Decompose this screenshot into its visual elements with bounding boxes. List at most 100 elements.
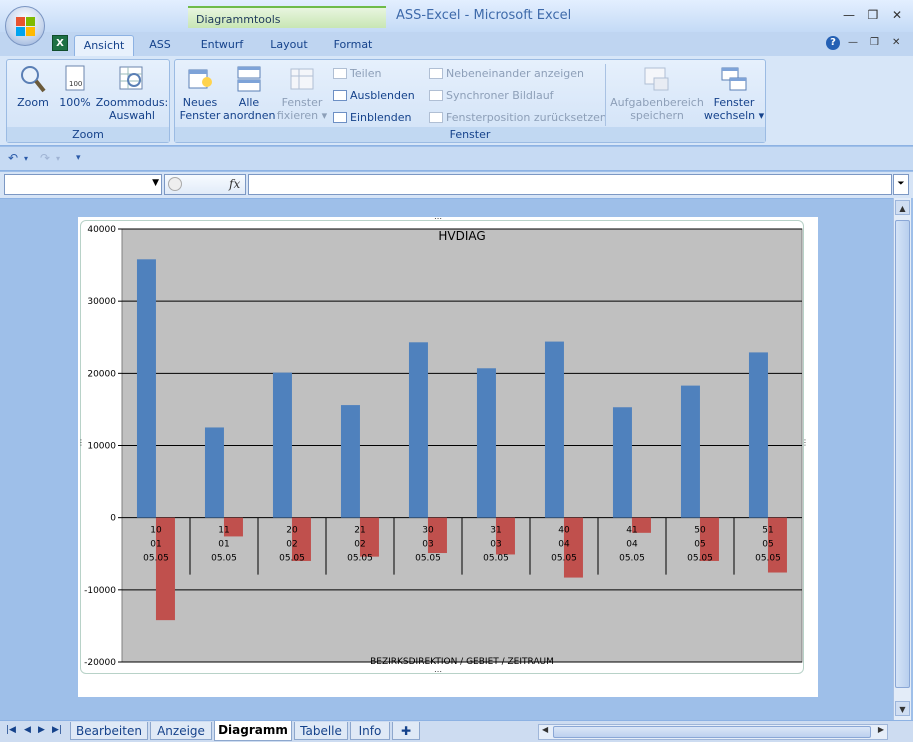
first-sheet-icon[interactable]: |◀ — [6, 725, 16, 735]
doc-minimize-button[interactable]: — — [848, 37, 858, 48]
side-by-side-icon — [429, 68, 443, 79]
minimize-button[interactable]: — — [842, 8, 856, 22]
magnifier-icon — [18, 64, 48, 94]
x-axis-title: BEZIRKSDIREKTION / GEBIET / ZEITRAUM — [370, 657, 554, 667]
x-tick-label: 05.05 — [755, 554, 781, 564]
title-bar: Diagrammtools ASS-Excel - Microsoft Exce… — [0, 0, 913, 32]
undo-dropdown-icon[interactable]: ▾ — [24, 154, 28, 163]
horizontal-scroll-thumb[interactable] — [553, 726, 871, 738]
arrange-all-button[interactable]: Alle anordnen — [223, 64, 275, 122]
chart-sheet-area: ⋯ ⋯ ⋮ ⋮ 40000 30000 20000 10000 0 -10000 -2000… — [0, 198, 893, 720]
help-icon[interactable]: ? — [826, 36, 840, 50]
doc-close-button[interactable]: ✕ — [892, 37, 900, 48]
x-tick-label: 51 — [762, 526, 773, 536]
zoom-100-button[interactable]: 100 100% — [55, 64, 95, 109]
reset-position-button[interactable]: Fensterposition zurücksetzen — [429, 110, 607, 126]
x-tick-label: 05 — [694, 540, 705, 550]
x-tick-label: 01 — [218, 540, 229, 550]
vertical-scroll-thumb[interactable] — [895, 220, 910, 688]
redo-icon[interactable]: ↷ — [40, 151, 50, 165]
name-box[interactable]: ▼ — [4, 174, 162, 195]
x-tick-label: 20 — [286, 526, 298, 536]
insert-function-button[interactable]: fx — [229, 177, 240, 191]
tab-ass[interactable]: ASS — [140, 35, 180, 56]
sheet-tab-tabelle[interactable]: Tabelle — [294, 722, 348, 740]
x-tick-label: 50 — [694, 526, 706, 536]
next-sheet-icon[interactable]: ▶ — [38, 725, 45, 735]
x-tick-label: 01 — [150, 540, 161, 550]
chevron-down-icon: ▾ — [321, 109, 328, 122]
formula-input[interactable] — [248, 174, 892, 195]
x-tick-label: 11 — [218, 526, 229, 536]
redo-dropdown-icon[interactable]: ▾ — [56, 154, 60, 163]
last-sheet-icon[interactable]: ▶| — [52, 725, 62, 735]
ribbon-tabs: Ansicht ASS Entwurf Layout Format — [0, 32, 913, 56]
x-tick-label: 05.05 — [143, 554, 169, 564]
vertical-scrollbar[interactable]: ▲ ▼ — [893, 198, 911, 720]
close-button[interactable]: ✕ — [890, 8, 904, 22]
zoom-group: Zoom 100 100% Zoommodus: Auswahl Zoom — [6, 59, 170, 143]
window-group-label: Fenster — [175, 127, 765, 142]
chevron-down-icon[interactable]: ▼ — [152, 178, 159, 188]
switch-windows-button[interactable]: Fenster wechseln ▾ — [703, 64, 765, 122]
side-by-side-button[interactable]: Nebeneinander anzeigen — [429, 66, 584, 82]
bar — [748, 352, 768, 518]
zoom-selection-button[interactable]: Zoommodus: Auswahl — [95, 64, 169, 122]
save-workspace-button[interactable]: Aufgabenbereich speichern — [609, 64, 705, 122]
scroll-right-icon[interactable]: ▶ — [878, 725, 884, 734]
save-workspace-icon — [642, 64, 672, 94]
hide-window-icon — [333, 90, 347, 101]
new-window-button[interactable]: Neues Fenster — [177, 64, 223, 122]
window-group: Neues Fenster Alle anordnen Fenster fixi… — [174, 59, 766, 143]
prev-sheet-icon[interactable]: ◀ — [24, 725, 31, 735]
x-tick-label: 02 — [354, 540, 365, 550]
horizontal-scrollbar[interactable]: ◀ ▶ — [538, 724, 888, 740]
x-tick-label: 04 — [558, 540, 570, 550]
restore-button[interactable]: ❒ — [866, 8, 880, 22]
hide-button[interactable]: Ausblenden — [333, 88, 415, 104]
bar — [340, 405, 360, 518]
scroll-down-icon[interactable]: ▼ — [895, 701, 910, 716]
chart-title: HVDIAG — [438, 229, 485, 243]
tab-format[interactable]: Format — [326, 35, 380, 56]
expand-formula-icon[interactable]: ⏷ — [893, 174, 909, 195]
x-tick-label: 04 — [626, 540, 638, 550]
office-button[interactable] — [5, 6, 45, 46]
chart-page: ⋯ ⋯ ⋮ ⋮ 40000 30000 20000 10000 0 -10000 -2000… — [77, 215, 818, 697]
tab-layout[interactable]: Layout — [262, 35, 316, 56]
x-tick-label: 03 — [490, 540, 501, 550]
tab-ansicht[interactable]: Ansicht — [74, 35, 134, 56]
switch-windows-icon — [719, 64, 749, 94]
sheet-tab-bearbeiten[interactable]: Bearbeiten — [70, 722, 148, 740]
x-tick-label: 40 — [558, 526, 570, 536]
x-tick-label: 10 — [150, 526, 162, 536]
insert-sheet-icon[interactable]: ✚ — [392, 722, 420, 740]
unhide-button[interactable]: Einblenden — [333, 110, 411, 126]
x-tick-label: 05 — [762, 540, 773, 550]
chart-svg[interactable]: 40000 30000 20000 10000 0 -10000 -20000 10 01 05… — [78, 217, 818, 687]
tab-entwurf[interactable]: Entwurf — [192, 35, 252, 56]
x-tick-label: 05.05 — [347, 554, 373, 564]
group-separator — [605, 64, 606, 126]
reset-position-icon — [429, 112, 443, 123]
context-tab-header: Diagrammtools — [188, 6, 386, 28]
excel-icon[interactable]: X — [52, 35, 68, 51]
customize-toolbar-icon[interactable]: ▾ — [76, 153, 81, 163]
zoom-selection-icon — [117, 64, 147, 94]
sheet-tab-diagramm[interactable]: Diagramm — [214, 721, 292, 741]
scroll-left-icon[interactable]: ◀ — [542, 725, 548, 734]
sheet-tab-info[interactable]: Info — [350, 722, 390, 740]
scroll-up-icon[interactable]: ▲ — [895, 200, 910, 215]
undo-icon[interactable]: ↶ — [8, 151, 18, 165]
x-tick-label: 30 — [422, 526, 434, 536]
sync-scroll-button[interactable]: Synchroner Bildlauf — [429, 88, 554, 104]
split-button[interactable]: Teilen — [333, 66, 381, 82]
zoom-button[interactable]: Zoom — [11, 64, 55, 109]
office-logo-icon — [16, 17, 36, 37]
sheet-tab-anzeige[interactable]: Anzeige — [150, 722, 212, 740]
x-tick-label: 05.05 — [483, 554, 509, 564]
freeze-panes-button[interactable]: Fenster fixieren ▾ — [275, 64, 329, 122]
ribbon: Zoom 100 100% Zoommodus: Auswahl Zoom Ne… — [0, 56, 913, 146]
doc-restore-button[interactable]: ❒ — [870, 37, 879, 48]
window-title: ASS-Excel - Microsoft Excel — [396, 8, 572, 23]
